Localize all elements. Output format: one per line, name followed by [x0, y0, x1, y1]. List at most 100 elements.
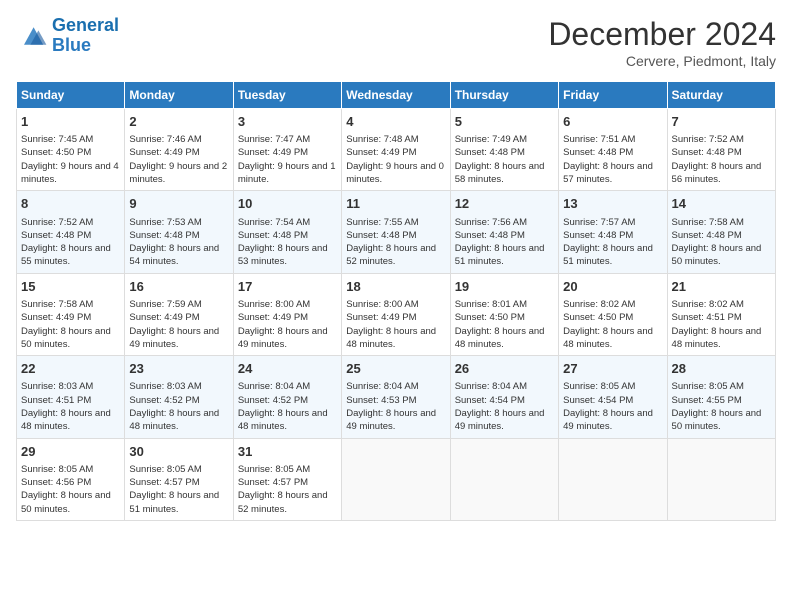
day-number: 11 [346, 195, 445, 213]
day-number: 30 [129, 443, 228, 461]
day-cell: 29 Sunrise: 8:05 AM Sunset: 4:56 PM Dayl… [17, 438, 125, 520]
day-info: Sunrise: 7:52 AM Sunset: 4:48 PM Dayligh… [21, 216, 120, 269]
header-day-tuesday: Tuesday [233, 82, 341, 109]
title-block: December 2024 Cervere, Piedmont, Italy [548, 16, 776, 69]
day-number: 25 [346, 360, 445, 378]
day-info: Sunrise: 7:58 AM Sunset: 4:48 PM Dayligh… [672, 216, 771, 269]
day-cell: 25 Sunrise: 8:04 AM Sunset: 4:53 PM Dayl… [342, 356, 450, 438]
day-cell: 22 Sunrise: 8:03 AM Sunset: 4:51 PM Dayl… [17, 356, 125, 438]
day-info: Sunrise: 8:00 AM Sunset: 4:49 PM Dayligh… [238, 298, 337, 351]
day-info: Sunrise: 7:57 AM Sunset: 4:48 PM Dayligh… [563, 216, 662, 269]
day-info: Sunrise: 8:04 AM Sunset: 4:54 PM Dayligh… [455, 380, 554, 433]
day-number: 14 [672, 195, 771, 213]
day-number: 28 [672, 360, 771, 378]
day-cell [342, 438, 450, 520]
day-number: 8 [21, 195, 120, 213]
logo: General Blue [16, 16, 119, 56]
week-row-1: 1 Sunrise: 7:45 AM Sunset: 4:50 PM Dayli… [17, 109, 776, 191]
day-cell: 8 Sunrise: 7:52 AM Sunset: 4:48 PM Dayli… [17, 191, 125, 273]
day-number: 6 [563, 113, 662, 131]
day-info: Sunrise: 8:05 AM Sunset: 4:54 PM Dayligh… [563, 380, 662, 433]
day-info: Sunrise: 7:58 AM Sunset: 4:49 PM Dayligh… [21, 298, 120, 351]
day-cell: 26 Sunrise: 8:04 AM Sunset: 4:54 PM Dayl… [450, 356, 558, 438]
day-cell [559, 438, 667, 520]
day-info: Sunrise: 8:05 AM Sunset: 4:57 PM Dayligh… [238, 463, 337, 516]
day-number: 19 [455, 278, 554, 296]
day-info: Sunrise: 8:02 AM Sunset: 4:51 PM Dayligh… [672, 298, 771, 351]
day-cell: 17 Sunrise: 8:00 AM Sunset: 4:49 PM Dayl… [233, 273, 341, 355]
header-day-friday: Friday [559, 82, 667, 109]
day-info: Sunrise: 8:05 AM Sunset: 4:57 PM Dayligh… [129, 463, 228, 516]
header-day-saturday: Saturday [667, 82, 775, 109]
day-cell: 1 Sunrise: 7:45 AM Sunset: 4:50 PM Dayli… [17, 109, 125, 191]
day-cell: 24 Sunrise: 8:04 AM Sunset: 4:52 PM Dayl… [233, 356, 341, 438]
day-cell: 6 Sunrise: 7:51 AM Sunset: 4:48 PM Dayli… [559, 109, 667, 191]
week-row-3: 15 Sunrise: 7:58 AM Sunset: 4:49 PM Dayl… [17, 273, 776, 355]
header-day-sunday: Sunday [17, 82, 125, 109]
day-cell: 31 Sunrise: 8:05 AM Sunset: 4:57 PM Dayl… [233, 438, 341, 520]
day-number: 10 [238, 195, 337, 213]
day-number: 13 [563, 195, 662, 213]
day-cell: 13 Sunrise: 7:57 AM Sunset: 4:48 PM Dayl… [559, 191, 667, 273]
day-info: Sunrise: 7:48 AM Sunset: 4:49 PM Dayligh… [346, 133, 445, 186]
day-info: Sunrise: 8:02 AM Sunset: 4:50 PM Dayligh… [563, 298, 662, 351]
day-info: Sunrise: 7:56 AM Sunset: 4:48 PM Dayligh… [455, 216, 554, 269]
day-info: Sunrise: 8:00 AM Sunset: 4:49 PM Dayligh… [346, 298, 445, 351]
day-number: 5 [455, 113, 554, 131]
day-number: 7 [672, 113, 771, 131]
week-row-5: 29 Sunrise: 8:05 AM Sunset: 4:56 PM Dayl… [17, 438, 776, 520]
day-info: Sunrise: 7:52 AM Sunset: 4:48 PM Dayligh… [672, 133, 771, 186]
header-day-wednesday: Wednesday [342, 82, 450, 109]
day-info: Sunrise: 7:55 AM Sunset: 4:48 PM Dayligh… [346, 216, 445, 269]
day-cell: 27 Sunrise: 8:05 AM Sunset: 4:54 PM Dayl… [559, 356, 667, 438]
logo-icon [16, 22, 48, 50]
day-info: Sunrise: 7:49 AM Sunset: 4:48 PM Dayligh… [455, 133, 554, 186]
day-cell: 14 Sunrise: 7:58 AM Sunset: 4:48 PM Dayl… [667, 191, 775, 273]
day-cell [450, 438, 558, 520]
day-cell: 23 Sunrise: 8:03 AM Sunset: 4:52 PM Dayl… [125, 356, 233, 438]
day-cell [667, 438, 775, 520]
day-info: Sunrise: 8:03 AM Sunset: 4:52 PM Dayligh… [129, 380, 228, 433]
day-cell: 19 Sunrise: 8:01 AM Sunset: 4:50 PM Dayl… [450, 273, 558, 355]
day-cell: 28 Sunrise: 8:05 AM Sunset: 4:55 PM Dayl… [667, 356, 775, 438]
day-cell: 4 Sunrise: 7:48 AM Sunset: 4:49 PM Dayli… [342, 109, 450, 191]
day-number: 17 [238, 278, 337, 296]
day-info: Sunrise: 7:54 AM Sunset: 4:48 PM Dayligh… [238, 216, 337, 269]
day-number: 27 [563, 360, 662, 378]
day-info: Sunrise: 8:05 AM Sunset: 4:55 PM Dayligh… [672, 380, 771, 433]
header-day-monday: Monday [125, 82, 233, 109]
day-cell: 15 Sunrise: 7:58 AM Sunset: 4:49 PM Dayl… [17, 273, 125, 355]
day-cell: 2 Sunrise: 7:46 AM Sunset: 4:49 PM Dayli… [125, 109, 233, 191]
day-cell: 30 Sunrise: 8:05 AM Sunset: 4:57 PM Dayl… [125, 438, 233, 520]
day-info: Sunrise: 8:04 AM Sunset: 4:52 PM Dayligh… [238, 380, 337, 433]
location-subtitle: Cervere, Piedmont, Italy [548, 53, 776, 69]
logo-text: General Blue [52, 16, 119, 56]
day-number: 16 [129, 278, 228, 296]
day-number: 3 [238, 113, 337, 131]
day-number: 18 [346, 278, 445, 296]
day-cell: 5 Sunrise: 7:49 AM Sunset: 4:48 PM Dayli… [450, 109, 558, 191]
day-cell: 21 Sunrise: 8:02 AM Sunset: 4:51 PM Dayl… [667, 273, 775, 355]
header-day-thursday: Thursday [450, 82, 558, 109]
day-cell: 16 Sunrise: 7:59 AM Sunset: 4:49 PM Dayl… [125, 273, 233, 355]
day-number: 21 [672, 278, 771, 296]
day-info: Sunrise: 7:59 AM Sunset: 4:49 PM Dayligh… [129, 298, 228, 351]
day-info: Sunrise: 8:04 AM Sunset: 4:53 PM Dayligh… [346, 380, 445, 433]
day-number: 20 [563, 278, 662, 296]
day-number: 23 [129, 360, 228, 378]
day-number: 1 [21, 113, 120, 131]
page-header: General Blue December 2024 Cervere, Pied… [16, 16, 776, 69]
day-info: Sunrise: 7:45 AM Sunset: 4:50 PM Dayligh… [21, 133, 120, 186]
day-cell: 11 Sunrise: 7:55 AM Sunset: 4:48 PM Dayl… [342, 191, 450, 273]
week-row-2: 8 Sunrise: 7:52 AM Sunset: 4:48 PM Dayli… [17, 191, 776, 273]
header-row: SundayMondayTuesdayWednesdayThursdayFrid… [17, 82, 776, 109]
day-info: Sunrise: 8:05 AM Sunset: 4:56 PM Dayligh… [21, 463, 120, 516]
day-info: Sunrise: 8:01 AM Sunset: 4:50 PM Dayligh… [455, 298, 554, 351]
day-number: 12 [455, 195, 554, 213]
day-info: Sunrise: 7:53 AM Sunset: 4:48 PM Dayligh… [129, 216, 228, 269]
day-info: Sunrise: 8:03 AM Sunset: 4:51 PM Dayligh… [21, 380, 120, 433]
day-cell: 9 Sunrise: 7:53 AM Sunset: 4:48 PM Dayli… [125, 191, 233, 273]
day-number: 26 [455, 360, 554, 378]
day-number: 22 [21, 360, 120, 378]
day-number: 31 [238, 443, 337, 461]
